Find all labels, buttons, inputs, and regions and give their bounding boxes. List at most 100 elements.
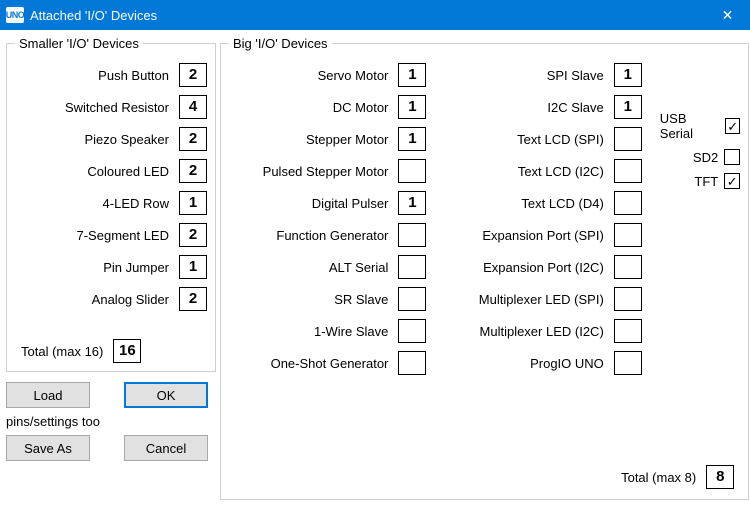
- big-item-value[interactable]: [398, 255, 426, 279]
- big-item-row: SPI Slave 1: [444, 63, 641, 87]
- checkbox[interactable]: ✓: [724, 173, 740, 189]
- big-item-value[interactable]: [614, 191, 642, 215]
- big-item-value[interactable]: 1: [398, 127, 426, 151]
- big-item-row: Pulsed Stepper Motor: [229, 159, 426, 183]
- smaller-item-value[interactable]: 2: [179, 223, 207, 247]
- big-item-row: ProgIO UNO: [444, 351, 641, 375]
- big-item-row: ALT Serial: [229, 255, 426, 279]
- big-item-value[interactable]: [614, 319, 642, 343]
- titlebar: UNO Attached 'I/O' Devices ✕: [0, 0, 750, 30]
- smaller-item-row: Pin Jumper1: [15, 255, 207, 279]
- big-item-value[interactable]: [614, 159, 642, 183]
- smaller-item-value[interactable]: 1: [179, 255, 207, 279]
- big-item-label: I2C Slave: [547, 100, 603, 115]
- big-item-row: Text LCD (I2C): [444, 159, 641, 183]
- big-item-label: Multiplexer LED (I2C): [480, 324, 604, 339]
- big-item-row: Digital Pulser 1: [229, 191, 426, 215]
- big-item-label: Expansion Port (SPI): [482, 228, 603, 243]
- big-item-value[interactable]: 1: [398, 191, 426, 215]
- smaller-item-row: Switched Resistor 4: [15, 95, 207, 119]
- big-item-label: Servo Motor: [318, 68, 389, 83]
- checkbox[interactable]: [724, 149, 740, 165]
- smaller-item-row: Coloured LED2: [15, 159, 207, 183]
- smaller-devices-legend: Smaller 'I/O' Devices: [15, 36, 143, 51]
- smaller-item-value[interactable]: 4: [179, 95, 207, 119]
- smaller-item-value[interactable]: 2: [179, 159, 207, 183]
- big-item-value[interactable]: 1: [398, 63, 426, 87]
- big-item-label: Digital Pulser: [312, 196, 389, 211]
- big-item-value[interactable]: 1: [614, 95, 642, 119]
- smaller-item-value[interactable]: 2: [179, 63, 207, 87]
- big-item-row: DC Motor 1: [229, 95, 426, 119]
- ok-button[interactable]: OK: [124, 382, 208, 408]
- big-item-label: ALT Serial: [329, 260, 389, 275]
- big-item-value[interactable]: 1: [614, 63, 642, 87]
- big-item-value[interactable]: [614, 255, 642, 279]
- close-button[interactable]: ✕: [705, 0, 750, 30]
- big-item-row: Function Generator: [229, 223, 426, 247]
- big-item-value[interactable]: [398, 223, 426, 247]
- big-item-label: Text LCD (D4): [521, 196, 603, 211]
- big-item-label: Multiplexer LED (SPI): [479, 292, 604, 307]
- big-item-value[interactable]: [614, 287, 642, 311]
- smaller-item-row: 4-LED Row1: [15, 191, 207, 215]
- big-item-label: ProgIO UNO: [530, 356, 604, 371]
- smaller-item-value[interactable]: 1: [179, 191, 207, 215]
- big-item-label: DC Motor: [333, 100, 389, 115]
- checkbox[interactable]: ✓: [725, 118, 740, 134]
- smaller-item-value[interactable]: 2: [179, 287, 207, 311]
- cancel-button[interactable]: Cancel: [124, 435, 208, 461]
- big-devices-legend: Big 'I/O' Devices: [229, 36, 332, 51]
- big-item-value[interactable]: [614, 127, 642, 151]
- load-button[interactable]: Load: [6, 382, 90, 408]
- big-item-row: Stepper Motor 1: [229, 127, 426, 151]
- big-item-row: Multiplexer LED (I2C): [444, 319, 641, 343]
- checkbox-row: TFT ✓: [660, 173, 740, 189]
- big-item-label: One-Shot Generator: [271, 356, 389, 371]
- smaller-item-label: Switched Resistor: [65, 100, 169, 115]
- big-item-row: Servo Motor 1: [229, 63, 426, 87]
- checkbox-row: SD2: [660, 149, 740, 165]
- big-item-label: SPI Slave: [547, 68, 604, 83]
- smaller-item-label: Analog Slider: [92, 292, 169, 307]
- smaller-item-row: Push Button 2: [15, 63, 207, 87]
- big-item-row: Multiplexer LED (SPI): [444, 287, 641, 311]
- big-item-value[interactable]: [398, 159, 426, 183]
- big-item-row: SR Slave: [229, 287, 426, 311]
- big-item-row: 1-Wire Slave: [229, 319, 426, 343]
- big-item-row: Text LCD (SPI): [444, 127, 641, 151]
- big-item-label: Text LCD (SPI): [517, 132, 604, 147]
- big-item-label: Stepper Motor: [306, 132, 388, 147]
- big-item-row: I2C Slave 1: [444, 95, 641, 119]
- big-item-label: Function Generator: [276, 228, 388, 243]
- smaller-total-label: Total (max 16): [21, 344, 103, 359]
- big-item-value[interactable]: [398, 351, 426, 375]
- big-item-value[interactable]: [398, 319, 426, 343]
- smaller-item-label: Push Button: [98, 68, 169, 83]
- big-item-label: SR Slave: [334, 292, 388, 307]
- big-item-label: 1-Wire Slave: [314, 324, 388, 339]
- big-item-label: Text LCD (I2C): [518, 164, 604, 179]
- big-devices-group: Big 'I/O' Devices Servo Motor1DC Motor1S…: [220, 36, 749, 500]
- big-item-row: Text LCD (D4): [444, 191, 641, 215]
- big-item-value[interactable]: [398, 287, 426, 311]
- big-item-value[interactable]: [614, 223, 642, 247]
- checkbox-label: TFT: [694, 174, 718, 189]
- big-item-value[interactable]: [614, 351, 642, 375]
- big-item-label: Pulsed Stepper Motor: [263, 164, 389, 179]
- smaller-item-value[interactable]: 2: [179, 127, 207, 151]
- save-as-button[interactable]: Save As: [6, 435, 90, 461]
- smaller-item-label: Piezo Speaker: [84, 132, 169, 147]
- big-item-row: Expansion Port (SPI): [444, 223, 641, 247]
- smaller-total-value: 16: [113, 339, 141, 363]
- app-icon: UNO: [6, 7, 24, 23]
- big-total-label: Total (max 8): [621, 470, 696, 485]
- close-icon: ✕: [722, 7, 734, 24]
- smaller-item-label: 7-Segment LED: [77, 228, 170, 243]
- smaller-devices-group: Smaller 'I/O' Devices Push Button 2 Switch…: [6, 36, 216, 372]
- big-item-value[interactable]: 1: [398, 95, 426, 119]
- checkbox-row: USB Serial✓: [660, 111, 740, 141]
- window-title: Attached 'I/O' Devices: [30, 8, 705, 23]
- checkbox-label: SD2: [693, 150, 718, 165]
- big-item-row: Expansion Port (I2C): [444, 255, 641, 279]
